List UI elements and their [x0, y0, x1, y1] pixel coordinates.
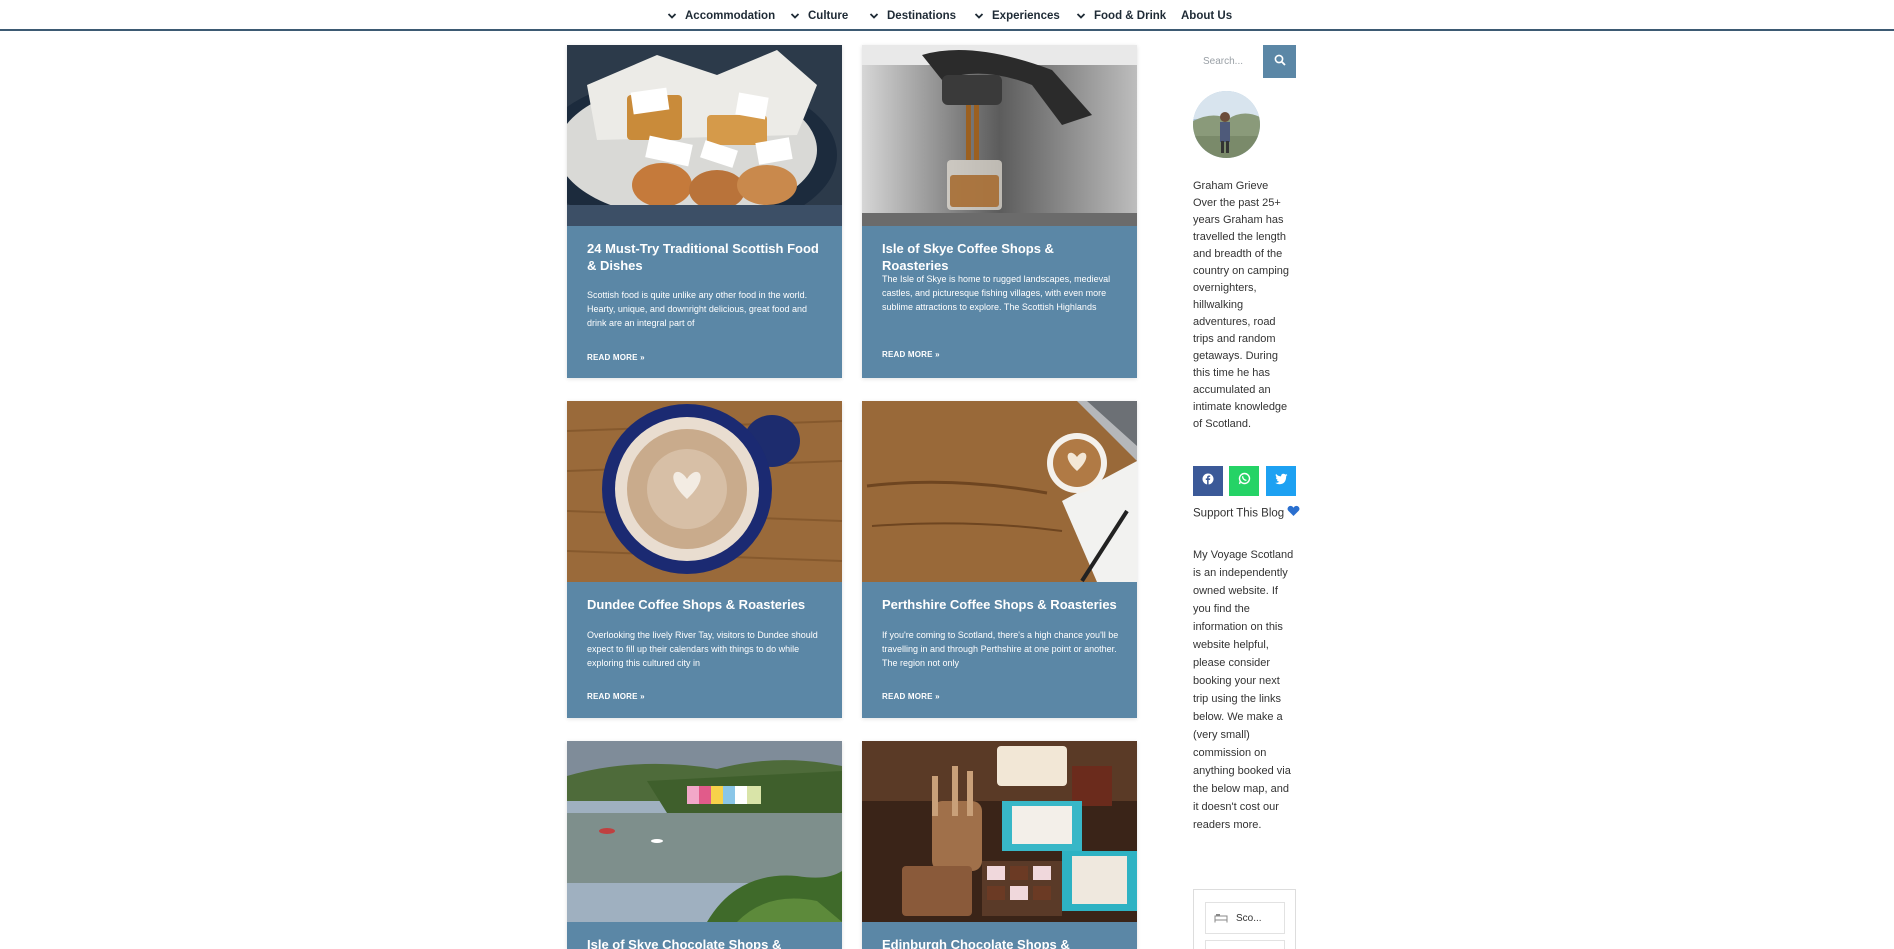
post-excerpt: The Isle of Skye is home to rugged lands… [882, 274, 1111, 312]
booking-destination-value: Sco... [1236, 912, 1262, 924]
nav-item-label: Culture [808, 10, 849, 22]
twitter-icon [1274, 472, 1288, 490]
nav-item-label: Food & Drink [1094, 10, 1167, 22]
author-bio-block: Graham Grieve Over the past 25+ years Gr… [1193, 178, 1297, 433]
chocolate-shop-display-image[interactable] [862, 741, 1137, 922]
whatsapp-icon [1238, 472, 1251, 490]
post-card[interactable]: Isle of Skye Chocolate Shops & [567, 741, 842, 949]
author-name: Graham Grieve [1193, 180, 1269, 192]
support-blog-text: My Voyage Scotland is an independently o… [1193, 549, 1294, 831]
blue-heart-icon [1287, 505, 1300, 522]
coffee-on-wooden-desk-image[interactable] [862, 401, 1137, 582]
search-input[interactable] [1193, 45, 1263, 78]
chevron-down-icon [788, 9, 802, 23]
nav-item-destinations[interactable]: Destinations [867, 7, 956, 25]
nav-item-experiences[interactable]: Experiences [972, 7, 1060, 25]
booking-destination-field[interactable]: Sco... [1205, 902, 1285, 934]
post-card[interactable]: Dundee Coffee Shops & Roasteries Overloo… [567, 401, 842, 718]
nav-item-about-us[interactable]: About Us [1181, 7, 1232, 25]
post-title[interactable]: Edinburgh Chocolate Shops & [882, 936, 1122, 949]
top-navigation: Accommodation Culture Destinations Exper… [0, 0, 1894, 31]
post-title[interactable]: Isle of Skye Chocolate Shops & [587, 936, 827, 949]
author-bio: Over the past 25+ years Graham has trave… [1193, 197, 1289, 430]
read-more-link[interactable]: READ MORE » [882, 692, 940, 701]
author-avatar [1193, 91, 1260, 158]
post-card[interactable]: 24 Must-Try Traditional Scottish Food & … [567, 45, 842, 378]
read-more-link[interactable]: READ MORE » [587, 692, 645, 701]
post-title[interactable]: 24 Must-Try Traditional Scottish Food & … [587, 240, 827, 274]
search-icon [1274, 53, 1286, 71]
post-title[interactable]: Dundee Coffee Shops & Roasteries [587, 596, 827, 613]
chevron-down-icon [1074, 9, 1088, 23]
post-card[interactable]: Edinburgh Chocolate Shops & [862, 741, 1137, 949]
post-card[interactable]: Perthshire Coffee Shops & Roasteries If … [862, 401, 1137, 718]
nav-item-label: Destinations [887, 10, 957, 22]
read-more-link[interactable]: READ MORE » [882, 350, 940, 359]
nav-item-accommodation[interactable]: Accommodation [665, 7, 775, 25]
read-more-link[interactable]: READ MORE » [587, 353, 645, 362]
nav-item-label: About Us [1181, 10, 1233, 22]
whatsapp-share-button[interactable] [1229, 466, 1259, 496]
post-card[interactable]: Isle of Skye Coffee Shops & Roasteries T… [862, 45, 1137, 378]
nav-item-label: Accommodation [685, 10, 776, 22]
nav-item-culture[interactable]: Culture [788, 7, 848, 25]
chevron-down-icon [867, 9, 881, 23]
twitter-share-button[interactable] [1266, 466, 1296, 496]
support-title-text: Support This Blog [1193, 507, 1285, 520]
latte-art-blue-cup-image[interactable] [567, 401, 842, 582]
facebook-share-button[interactable] [1193, 466, 1223, 496]
nav-item-food-drink[interactable]: Food & Drink [1074, 7, 1166, 25]
post-excerpt: Scottish food is quite unlike any other … [587, 290, 808, 328]
post-title[interactable]: Perthshire Coffee Shops & Roasteries [882, 596, 1122, 613]
facebook-icon [1202, 472, 1214, 490]
chevron-down-icon [972, 9, 986, 23]
post-excerpt: If you're coming to Scotland, there's a … [882, 630, 1119, 668]
search-button[interactable] [1263, 45, 1296, 78]
support-blog-heading: Support This Blog [1193, 505, 1303, 522]
scottish-food-basket-image[interactable] [567, 45, 842, 226]
post-excerpt: Overlooking the lively River Tay, visito… [587, 630, 818, 668]
booking-map-widget: Sco... [1193, 889, 1296, 949]
bed-icon [1214, 913, 1228, 923]
espresso-machine-image[interactable] [862, 45, 1137, 226]
post-title[interactable]: Isle of Skye Coffee Shops & Roasteries [882, 240, 1122, 274]
booking-date-field[interactable] [1205, 940, 1285, 949]
portree-harbour-image[interactable] [567, 741, 842, 922]
nav-item-label: Experiences [992, 10, 1060, 22]
chevron-down-icon [665, 9, 679, 23]
